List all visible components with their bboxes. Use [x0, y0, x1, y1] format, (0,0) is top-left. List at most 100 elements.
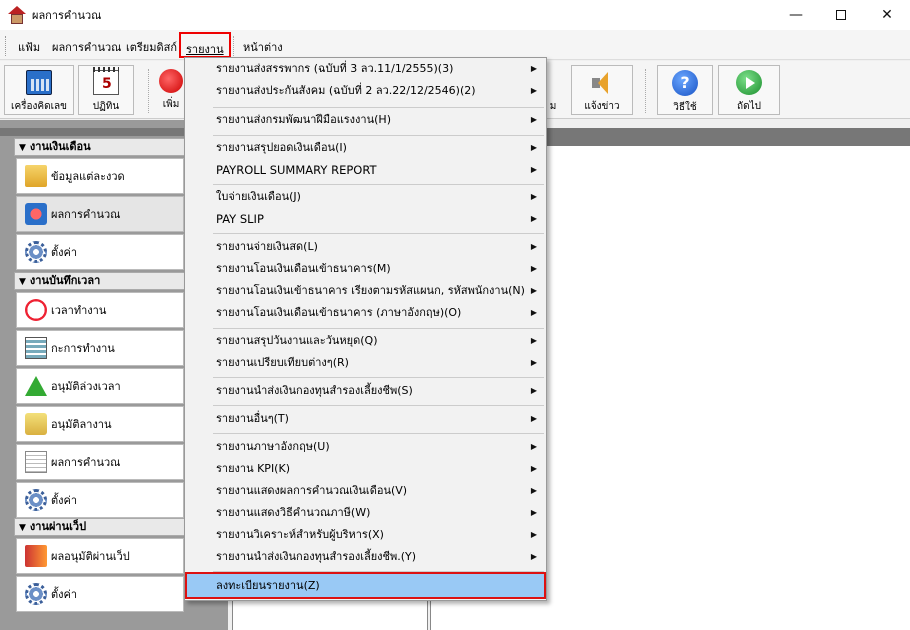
menu-item-bank-transfer[interactable]: รายงานโอนเงินเดือนเข้าธนาคาร(M) ▶ — [185, 258, 546, 280]
news-button[interactable]: แจ้งข่าว — [571, 65, 633, 115]
menu-item-skill-dev-report[interactable]: รายงานส่งกรมพัฒนาฝีมือแรงงาน(H) ▶ — [185, 109, 546, 131]
nav-label: ผลการคำนวณ — [51, 208, 121, 221]
next-button[interactable]: ถัดไป — [718, 65, 780, 115]
menu-item-label: รายงานสรุปยอดเงินเดือน(I) — [216, 141, 347, 154]
menu-item-bank-transfer-en[interactable]: รายงานโอนเงินเดือนเข้าธนาคาร (ภาษาอังกฤษ… — [185, 302, 546, 324]
gear-icon — [25, 583, 47, 605]
menu-item-payroll-calc-results[interactable]: รายงานแสดงผลการคำนวณเงินเดือน(V) ▶ — [185, 480, 546, 502]
menu-item-register-report[interactable]: ลงทะเบียนรายงาน(Z) — [185, 572, 546, 599]
menu-item-label: รายงานส่งประกันสังคม (ฉบับที่ 2 ลว.22/12… — [216, 84, 476, 97]
submenu-arrow-icon: ▶ — [530, 442, 537, 451]
payroll-icon — [25, 203, 47, 225]
close-button[interactable]: ✕ — [864, 0, 910, 30]
up-arrow-icon — [25, 376, 47, 396]
submenu-arrow-icon: ▶ — [530, 414, 537, 423]
nav-web-approval[interactable]: ผลอนุมัติผ่านเว็ป — [16, 538, 184, 574]
minimize-button[interactable]: — — [773, 0, 819, 30]
nav-label: ผลการคำนวณ — [51, 456, 121, 469]
menu-item-social-security-report[interactable]: รายงานส่งประกันสังคม (ฉบับที่ 2 ลว.22/12… — [185, 80, 546, 102]
menu-item-revenue-report[interactable]: รายงานส่งสรรพากร (ฉบับที่ 3 ลว.11/1/2555… — [185, 58, 546, 80]
submenu-arrow-icon: ▶ — [530, 165, 537, 174]
nav-time-settings[interactable]: ตั้งค่า — [16, 482, 184, 518]
calculator-button[interactable]: เครื่องคิดเลข — [4, 65, 74, 115]
reports-dropdown-menu: รายงานส่งสรรพากร (ฉบับที่ 3 ลว.11/1/2555… — [184, 57, 547, 601]
collapse-icon: ▼ — [19, 277, 26, 287]
next-icon — [736, 70, 762, 95]
menu-item-cash-payment[interactable]: รายงานจ่ายเงินสด(L) ▶ — [185, 236, 546, 258]
title-bar: ผลการคำนวณ — ✕ — [0, 0, 910, 30]
menu-file[interactable]: แฟ้ม — [18, 38, 40, 56]
menu-item-payslip-en[interactable]: PAY SLIP ▶ — [185, 208, 546, 230]
nav-overtime-approval[interactable]: อนุมัติล่วงเวลา — [16, 368, 184, 404]
menu-item-executive-analysis[interactable]: รายงานวิเคราะห์สำหรับผู้บริหาร(X) ▶ — [185, 524, 546, 546]
menu-separator — [213, 328, 544, 329]
submenu-arrow-icon: ▶ — [530, 486, 537, 495]
gear-icon — [25, 489, 47, 511]
menu-window[interactable]: หน้าต่าง — [243, 38, 283, 56]
report-icon — [25, 451, 47, 473]
menu-item-label: ใบจ่ายเงินเดือน(J) — [216, 190, 301, 203]
submenu-arrow-icon: ▶ — [530, 530, 537, 539]
folder-icon — [25, 165, 47, 187]
nav-work-shift[interactable]: กะการทำงาน — [16, 330, 184, 366]
nav-label: เวลาทำงาน — [51, 304, 107, 317]
toolbar-separator — [645, 69, 646, 113]
nav-web-settings[interactable]: ตั้งค่า — [16, 576, 184, 612]
menu-item-provident-fund-y[interactable]: รายงานนำส่งเงินกองทุนสำรองเลี้ยงชีพ.(Y) ▶ — [185, 546, 546, 568]
menu-bar: แฟ้ม ผลการคำนวณ เตรียมดิสก์ รายงาน หน้าต… — [0, 30, 910, 60]
menu-reports[interactable]: รายงาน — [179, 32, 231, 58]
nav-label: ตั้งค่า — [51, 588, 78, 601]
add-button[interactable]: เพิ่ม — [158, 65, 184, 115]
submenu-arrow-icon: ▶ — [530, 286, 537, 295]
menu-separator — [213, 405, 544, 406]
menu-item-bank-transfer-sorted[interactable]: รายงานโอนเงินเข้าธนาคาร เรียงตามรหัสแผนก… — [185, 280, 546, 302]
menu-item-kpi[interactable]: รายงาน KPI(K) ▶ — [185, 458, 546, 480]
menu-results[interactable]: ผลการคำนวณ — [52, 38, 121, 56]
submenu-arrow-icon: ▶ — [530, 552, 537, 561]
submenu-arrow-icon: ▶ — [530, 336, 537, 345]
menu-item-english-reports[interactable]: รายงานภาษาอังกฤษ(U) ▶ — [185, 436, 546, 458]
alarm-clock-icon — [25, 299, 47, 321]
menu-prepare-disk[interactable]: เตรียมดิสก์ — [126, 38, 177, 56]
menu-item-comparison[interactable]: รายงานเปรียบเทียบต่างๆ(R) ▶ — [185, 352, 546, 374]
menu-item-workdays-summary[interactable]: รายงานสรุปวันงานและวันหยุด(Q) ▶ — [185, 330, 546, 352]
calendar-button[interactable]: ปฏิทิน — [78, 65, 134, 115]
menu-item-label: PAYROLL SUMMARY REPORT — [216, 163, 377, 177]
speaker-icon — [589, 70, 615, 95]
help-button[interactable]: ? วิธีใช้ — [657, 65, 713, 115]
submenu-arrow-icon: ▶ — [530, 143, 537, 152]
menu-item-label: รายงานส่งสรรพากร (ฉบับที่ 3 ลว.11/1/2555… — [216, 62, 454, 75]
menu-separator — [213, 107, 544, 108]
nav-payroll-results[interactable]: ผลการคำนวณ — [16, 196, 184, 232]
nav-work-time[interactable]: เวลาทำงาน — [16, 292, 184, 328]
submenu-arrow-icon: ▶ — [530, 86, 537, 95]
nav-label: ตั้งค่า — [51, 494, 78, 507]
submenu-arrow-icon: ▶ — [530, 464, 537, 473]
submenu-arrow-icon: ▶ — [530, 115, 537, 124]
menu-item-label: ลงทะเบียนรายงาน(Z) — [216, 579, 320, 592]
menu-separator — [213, 233, 544, 234]
nav-label: อนุมัติล่วงเวลา — [51, 380, 121, 393]
menu-item-salary-summary[interactable]: รายงานสรุปยอดเงินเดือน(I) ▶ — [185, 137, 546, 159]
menu-item-tax-calc-method[interactable]: รายงานแสดงวิธีคำนวณภาษี(W) ▶ — [185, 502, 546, 524]
submenu-arrow-icon: ▶ — [530, 264, 537, 273]
nav-time-results[interactable]: ผลการคำนวณ — [16, 444, 184, 480]
menu-item-label: รายงานนำส่งเงินกองทุนสำรองเลี้ยงชีพ.(Y) — [216, 550, 417, 563]
hidden-toolbar-button[interactable]: ม — [548, 65, 558, 115]
menu-item-payroll-summary-en[interactable]: PAYROLL SUMMARY REPORT ▶ — [185, 159, 546, 181]
maximize-button[interactable] — [818, 0, 864, 30]
menu-separator — [213, 135, 544, 136]
nav-payroll-settings[interactable]: ตั้งค่า — [16, 234, 184, 270]
menu-item-other-reports[interactable]: รายงานอื่นๆ(T) ▶ — [185, 408, 546, 430]
nav-leave-approval[interactable]: อนุมัติลางาน — [16, 406, 184, 442]
nav-period-data[interactable]: ข้อมูลแต่ละงวด — [16, 158, 184, 194]
menu-item-payslip[interactable]: ใบจ่ายเงินเดือน(J) ▶ — [185, 186, 546, 208]
menu-item-label: รายงานภาษาอังกฤษ(U) — [216, 440, 330, 453]
submenu-arrow-icon: ▶ — [530, 308, 537, 317]
menu-item-provident-fund[interactable]: รายงานนำส่งเงินกองทุนสำรองเลี้ยงชีพ(S) ▶ — [185, 380, 546, 402]
menu-item-label: รายงานแสดงผลการคำนวณเงินเดือน(V) — [216, 484, 408, 497]
submenu-arrow-icon: ▶ — [530, 386, 537, 395]
calendar-icon — [93, 67, 119, 95]
menu-item-label: รายงานแสดงวิธีคำนวณภาษี(W) — [216, 506, 371, 519]
menu-item-label: รายงานเปรียบเทียบต่างๆ(R) — [216, 356, 349, 369]
